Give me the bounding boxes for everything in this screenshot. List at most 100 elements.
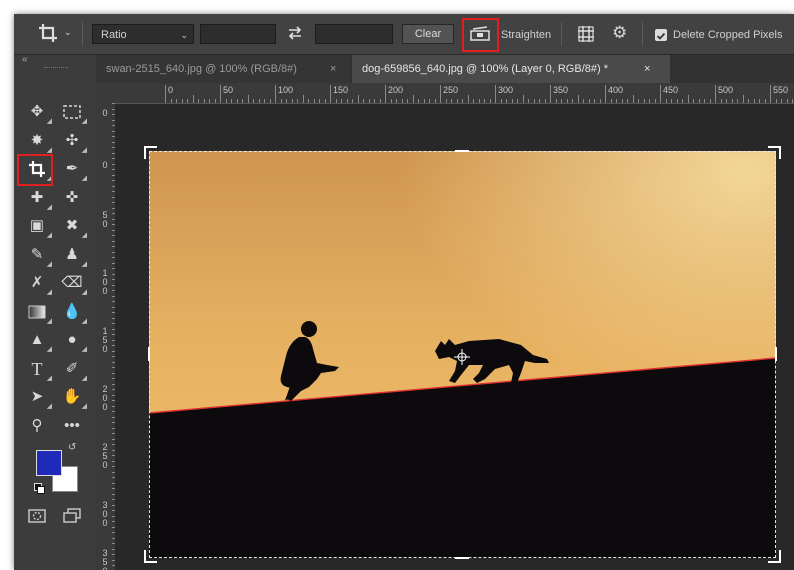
foreground-color-swatch[interactable]: [36, 450, 62, 476]
brush-tool-icon[interactable]: ✎ ◢: [25, 243, 52, 268]
ruler-minor-tick: [649, 99, 650, 103]
ruler-minor-tick: [687, 95, 689, 103]
close-icon[interactable]: ×: [330, 55, 336, 83]
clear-button[interactable]: Clear: [402, 24, 454, 44]
ruler-minor-tick: [456, 99, 458, 103]
straighten-label[interactable]: Straighten: [501, 29, 551, 41]
ratio-select-label: Ratio: [101, 29, 127, 41]
ruler-minor-tick: [555, 99, 557, 103]
ruler-minor-tick: [368, 99, 370, 103]
ratio-select[interactable]: Ratio ⌄: [92, 24, 194, 44]
ruler-minor-tick: [638, 99, 639, 103]
pen-tool-icon[interactable]: ● ◢: [60, 328, 87, 353]
width-input[interactable]: [200, 24, 276, 44]
ruler-minor-tick: [313, 99, 315, 103]
vertical-ruler[interactable]: 0 0 50 100 150 200 250 300 350: [96, 103, 116, 570]
ruler-minor-tick: [297, 99, 298, 103]
magic-wand-icon[interactable]: ✣ ◢: [60, 129, 87, 154]
ruler-minor-tick: [500, 99, 502, 103]
height-input[interactable]: [315, 24, 393, 44]
photoshop-window: ⌄ Ratio ⌄ Clear Straighten ⚙ Delete Crop…: [14, 14, 794, 570]
lasso-tool-icon[interactable]: ✸ ◢: [25, 129, 52, 154]
type-tool-icon[interactable]: T ◢: [25, 357, 53, 382]
ruler-major-tick: [605, 85, 606, 103]
ruler-label: 200: [102, 384, 108, 412]
ruler-minor-tick: [522, 95, 524, 103]
ruler-minor-tick: [720, 99, 722, 103]
healing-brush-icon[interactable]: ✚ ◢: [25, 186, 52, 211]
ruler-minor-tick: [170, 99, 172, 103]
default-colors-icon[interactable]: [34, 483, 45, 494]
eyedropper-icon[interactable]: ✒ ◢: [60, 157, 87, 182]
ruler-minor-tick: [291, 99, 293, 103]
move-tool-icon[interactable]: ✥ ◢: [25, 100, 52, 125]
ruler-label: 450: [663, 85, 679, 95]
ruler-minor-tick: [412, 95, 414, 103]
ruler-minor-tick: [643, 99, 645, 103]
clone-stamp-icon[interactable]: ♟ ◢: [60, 243, 87, 268]
delete-cropped-label[interactable]: Delete Cropped Pixels: [673, 29, 782, 41]
ruler-minor-tick: [473, 99, 474, 103]
ruler-minor-tick: [352, 99, 353, 103]
more-tools-icon[interactable]: •••: [60, 414, 84, 438]
ruler-minor-tick: [478, 99, 480, 103]
overlay-grid-icon[interactable]: [576, 24, 596, 44]
ruler-label: 150: [102, 326, 108, 354]
ruler-minor-tick: [621, 99, 623, 103]
tab-swan[interactable]: swan-2515_640.jpg @ 100% (RGB/8#) ×: [96, 55, 350, 83]
ruler-minor-tick: [594, 99, 595, 103]
ruler-minor-tick: [187, 99, 188, 103]
crop-tool-preset-icon[interactable]: [36, 21, 60, 45]
ruler-minor-tick: [588, 99, 590, 103]
ruler-minor-tick: [209, 99, 210, 103]
ruler-origin[interactable]: [96, 83, 115, 103]
content-aware-move-icon[interactable]: ✖ ◢: [60, 214, 87, 239]
ruler-label: 350: [553, 85, 569, 95]
ruler-major-tick: [385, 85, 386, 103]
crop-handles[interactable]: [143, 145, 782, 564]
ruler-label: 250: [102, 442, 108, 470]
document-canvas[interactable]: [115, 104, 794, 570]
ruler-minor-tick: [511, 99, 513, 103]
blur-tool-icon[interactable]: 💧 ◢: [60, 300, 87, 325]
frame-tool-icon[interactable]: ▣ ◢: [25, 214, 52, 239]
tab-dog[interactable]: dog-659856_640.jpg @ 100% (Layer 0, RGB/…: [352, 55, 670, 83]
eraser-icon[interactable]: ⌫ ◢: [60, 271, 87, 296]
gear-icon[interactable]: ⚙: [612, 23, 627, 43]
hand-tool-icon[interactable]: ✋ ◢: [60, 385, 87, 410]
history-brush-icon[interactable]: ✗ ◢: [25, 271, 52, 296]
panel-grip[interactable]: [44, 67, 68, 70]
quick-mask-icon[interactable]: [25, 504, 49, 528]
ruler-minor-tick: [181, 99, 183, 103]
swap-arrows-icon[interactable]: [286, 24, 304, 42]
collapse-panel-icon[interactable]: «: [22, 54, 28, 65]
ruler-minor-tick: [753, 99, 755, 103]
delete-cropped-checkbox[interactable]: [655, 29, 667, 41]
ruler-minor-tick: [704, 99, 705, 103]
ruler-minor-tick: [698, 99, 700, 103]
ruler-minor-tick: [286, 99, 287, 103]
ruler-minor-tick: [176, 99, 177, 103]
ruler-label: 400: [608, 85, 624, 95]
ruler-minor-tick: [346, 99, 348, 103]
gradient-tool-icon[interactable]: ◢: [25, 300, 52, 325]
path-selection-icon[interactable]: ✐ ◢: [60, 357, 87, 382]
ruler-minor-tick: [445, 99, 447, 103]
ruler-minor-tick: [429, 99, 430, 103]
ruler-minor-tick: [517, 99, 518, 103]
ruler-minor-tick: [742, 95, 744, 103]
chevron-down-icon[interactable]: ⌄: [64, 27, 72, 38]
ruler-minor-tick: [280, 99, 282, 103]
direct-selection-icon[interactable]: ➤ ◢: [25, 385, 52, 410]
close-icon[interactable]: ×: [644, 55, 650, 83]
horizontal-ruler[interactable]: 0 50 100 150 200 250 300 350 400 450 500 550: [115, 83, 794, 104]
ruler-minor-tick: [764, 99, 766, 103]
bandage-icon[interactable]: ✜: [60, 186, 84, 210]
dodge-tool-icon[interactable]: ▲ ◢: [25, 328, 52, 353]
swap-colors-icon[interactable]: ↺: [68, 442, 76, 453]
screen-mode-icon[interactable]: [60, 504, 84, 528]
marquee-tool-icon[interactable]: ◢: [60, 100, 87, 125]
zoom-tool-icon[interactable]: ⚲: [25, 414, 49, 438]
ruler-minor-tick: [302, 95, 304, 103]
ruler-minor-tick: [566, 99, 568, 103]
